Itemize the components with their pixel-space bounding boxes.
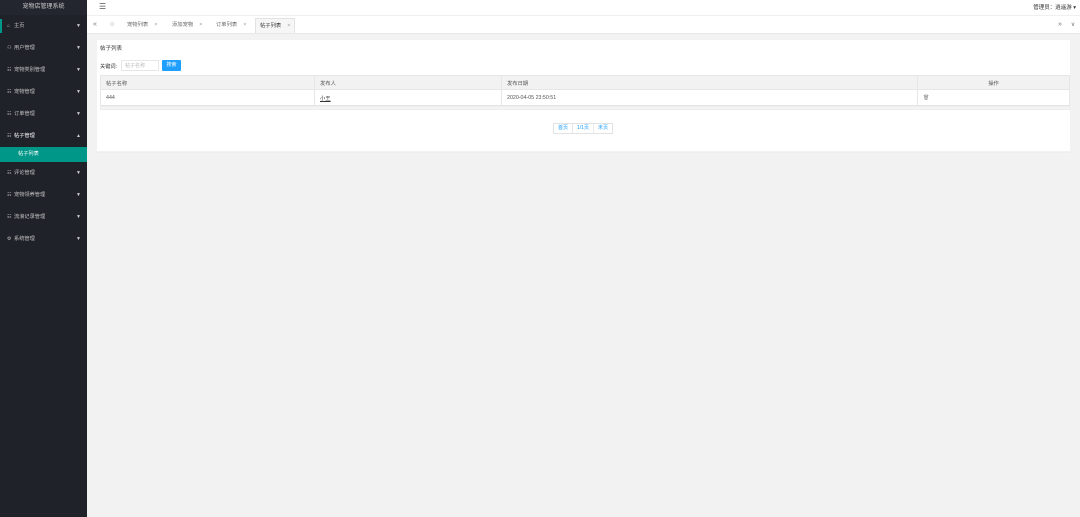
tabs-bar: « ○ 宠物列表 × 添加宠物 × 订单列表 × 帖子列表 × » ∨ xyxy=(87,15,1080,34)
sidebar: 宠物店管理系统 ⌂ 主页 ▼ ⚇ 用户管理 ▼ ☷ 宠物类别管理 ▼ ☷ 宠物管理 ▼ … xyxy=(0,0,87,517)
menu-toggle-icon[interactable]: ☰ xyxy=(99,2,106,11)
tab-label: 订单列表 xyxy=(216,22,238,28)
chevron-up-icon: ▲ xyxy=(76,133,81,139)
content-card: 帖子列表 关键词: 搜索 帖子名称 发布人 发布日期 操作 444 小王 202… xyxy=(97,40,1070,151)
close-icon[interactable]: × xyxy=(287,23,290,29)
search-button[interactable]: 搜索 xyxy=(162,60,181,71)
table-header-row: 帖子名称 发布人 发布日期 操作 xyxy=(100,75,1070,90)
table-row: 444 小王 2020-04-05 23:50:51 🗑 xyxy=(100,89,1070,106)
sidebar-item-posts[interactable]: ☷ 帖子管理 ▲ xyxy=(0,125,87,147)
chevron-down-icon: ▼ xyxy=(76,67,81,73)
column-header-date: 发布日期 xyxy=(501,75,918,90)
users-icon: ⚇ xyxy=(7,45,12,51)
author-link[interactable]: 小王 xyxy=(320,96,331,102)
page-title: 帖子列表 xyxy=(100,46,123,52)
scroll-right-icon[interactable]: » xyxy=(1054,16,1066,34)
tab-label: 宠物列表 xyxy=(127,22,149,28)
sidebar-item-label: 流浪记录管理 xyxy=(14,214,46,220)
tab-label: 帖子列表 xyxy=(260,23,282,29)
pager-first-page[interactable]: 首页 xyxy=(554,124,574,133)
tab-label: 添加宠物 xyxy=(172,22,194,28)
tab-add-pet[interactable]: 添加宠物 × xyxy=(172,18,202,33)
cell-author: 小王 xyxy=(314,89,502,106)
sidebar-item-comments[interactable]: ☷ 评论管理 ▼ xyxy=(0,162,87,184)
pager-current-page: 1/1页 xyxy=(573,124,594,133)
list-icon: ☷ xyxy=(7,89,12,95)
cell-actions: 🗑 xyxy=(917,89,1070,106)
sidebar-item-users[interactable]: ⚇ 用户管理 ▼ xyxy=(0,37,87,59)
sidebar-item-pet-category[interactable]: ☷ 宠物类别管理 ▼ xyxy=(0,59,87,81)
chevron-down-icon: ▼ xyxy=(76,111,81,117)
sidebar-item-label: 评论管理 xyxy=(14,170,35,176)
chevron-down-icon[interactable]: ∨ xyxy=(1067,16,1079,34)
pagination: 首页 1/1页 末页 xyxy=(553,123,613,134)
sidebar-item-label: 宠物领养管理 xyxy=(14,192,46,198)
chevron-down-icon: ▼ xyxy=(76,192,81,198)
sidebar-item-adoption[interactable]: ☷ 宠物领养管理 ▼ xyxy=(0,184,87,206)
column-header-author: 发布人 xyxy=(314,75,502,90)
sidebar-subitem-post-list[interactable]: 帖子列表 xyxy=(0,147,87,162)
sidebar-item-system[interactable]: ⚙ 系统管理 ▼ xyxy=(0,228,87,250)
chevron-down-icon: ▼ xyxy=(76,89,81,95)
chevron-down-icon: ▼ xyxy=(76,45,81,51)
sidebar-item-label: 系统管理 xyxy=(14,236,35,242)
search-label: 关键词: xyxy=(100,64,118,70)
column-header-actions: 操作 xyxy=(917,75,1070,90)
cell-post-name: 444 xyxy=(100,89,315,106)
close-icon[interactable]: × xyxy=(199,22,202,28)
home-icon: ⌂ xyxy=(7,23,11,29)
refresh-icon[interactable]: ○ xyxy=(106,16,118,34)
divider xyxy=(97,152,1070,153)
tab-order-list[interactable]: 订单列表 × xyxy=(216,18,246,33)
list-icon: ☷ xyxy=(7,111,12,117)
chevron-down-icon: ▼ xyxy=(76,170,81,176)
gear-icon: ⚙ xyxy=(7,236,12,242)
posts-table: 帖子名称 发布人 发布日期 操作 444 小王 2020-04-05 23:50… xyxy=(100,75,1070,106)
top-header: ☰ 管理员：逍遥游 ▾ xyxy=(87,0,1080,15)
tab-post-list[interactable]: 帖子列表 × xyxy=(255,18,296,33)
chevron-down-icon: ▼ xyxy=(76,23,81,29)
list-icon: ☷ xyxy=(7,133,12,139)
chevron-down-icon: ▼ xyxy=(76,236,81,242)
column-header-name: 帖子名称 xyxy=(100,75,315,90)
list-icon: ☷ xyxy=(7,214,12,220)
sidebar-item-label: 宠物类别管理 xyxy=(14,67,46,73)
sidebar-item-stray-records[interactable]: ☷ 流浪记录管理 ▼ xyxy=(0,206,87,228)
sidebar-item-label: 主页 xyxy=(14,23,25,29)
scroll-left-icon[interactable]: « xyxy=(89,16,101,34)
sidebar-item-label: 宠物管理 xyxy=(14,89,35,95)
sidebar-item-label: 用户管理 xyxy=(14,45,35,51)
cell-date: 2020-04-05 23:50:51 xyxy=(501,89,918,106)
list-icon: ☷ xyxy=(7,192,12,198)
delete-icon[interactable]: 🗑 xyxy=(923,95,929,101)
sidebar-item-orders[interactable]: ☷ 订单管理 ▼ xyxy=(0,103,87,125)
user-menu[interactable]: 管理员：逍遥游 ▾ xyxy=(1033,3,1076,11)
table-horizontal-scrollbar[interactable] xyxy=(100,106,1070,110)
close-icon[interactable]: × xyxy=(154,22,157,28)
chevron-down-icon: ▼ xyxy=(76,214,81,220)
close-icon[interactable]: × xyxy=(243,22,246,28)
list-icon: ☷ xyxy=(7,67,12,73)
pager-last-page[interactable]: 末页 xyxy=(594,124,612,133)
tab-pet-list[interactable]: 宠物列表 × xyxy=(127,18,157,33)
search-input[interactable] xyxy=(121,60,159,71)
app-logo-title: 宠物店管理系统 xyxy=(0,0,87,15)
sidebar-item-label: 订单管理 xyxy=(14,111,35,117)
sidebar-item-label: 帖子管理 xyxy=(14,133,35,139)
sidebar-item-pets[interactable]: ☷ 宠物管理 ▼ xyxy=(0,81,87,103)
sidebar-item-home[interactable]: ⌂ 主页 ▼ xyxy=(0,15,87,37)
list-icon: ☷ xyxy=(7,170,12,176)
